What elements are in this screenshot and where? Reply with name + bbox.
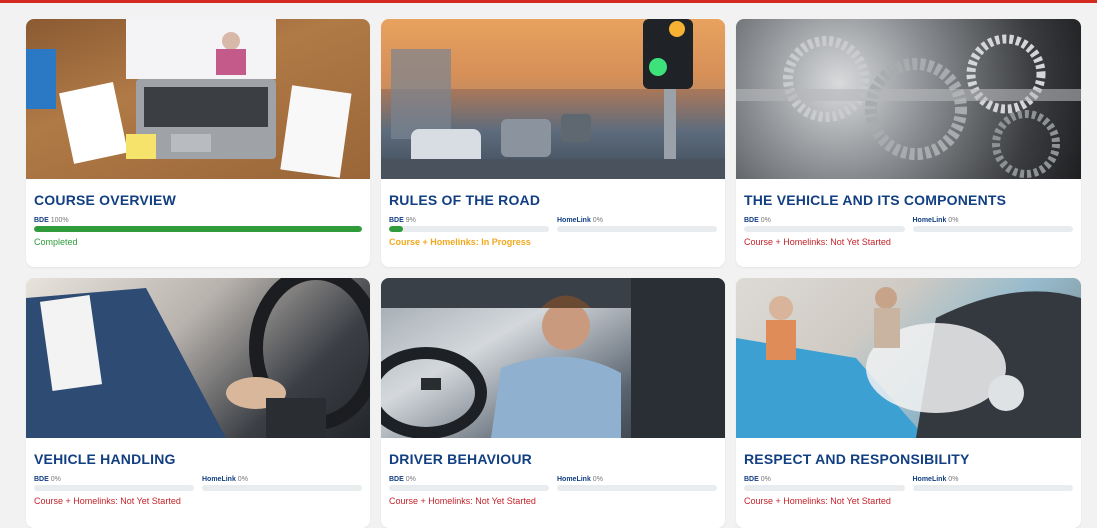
course-grid: COURSE OVERVIEW BDE 100% Completed RULES… xyxy=(26,19,1081,528)
course-card-respect-responsibility[interactable]: RESPECT AND RESPONSIBILITY BDE 0% HomeLi… xyxy=(736,278,1081,528)
bar-label-name: HomeLink xyxy=(557,217,591,224)
bar-label-name: BDE xyxy=(34,217,49,224)
progress-bde: BDE 0% xyxy=(34,476,194,491)
bar-label-pct: 0% xyxy=(592,217,603,224)
progress-track xyxy=(912,226,1073,232)
bar-label-pct: 0% xyxy=(760,476,771,483)
course-title: VEHICLE HANDLING xyxy=(34,451,176,467)
progress-bde: BDE 100% xyxy=(34,217,362,232)
progress-track xyxy=(202,485,362,491)
course-title: COURSE OVERVIEW xyxy=(34,192,176,208)
bar-label-pct: 9% xyxy=(405,217,416,224)
progress-bde: BDE 9% xyxy=(389,217,549,232)
bar-label-name: BDE xyxy=(389,476,404,483)
progress-fill xyxy=(34,226,362,232)
bar-label-pct: 0% xyxy=(760,217,771,224)
bar-label-name: BDE xyxy=(744,476,759,483)
progress-homelink: HomeLink 0% xyxy=(912,476,1073,491)
bar-label-name: HomeLink xyxy=(202,476,236,483)
progress-homelink: HomeLink 0% xyxy=(557,217,717,232)
progress-fill xyxy=(389,226,404,232)
progress-homelink: HomeLink 0% xyxy=(202,476,362,491)
course-thumbnail xyxy=(381,278,725,438)
course-card-rules-of-the-road[interactable]: RULES OF THE ROAD BDE 9% HomeLink 0% Cou… xyxy=(381,19,725,267)
progress-track xyxy=(912,485,1073,491)
progress-bde: BDE 0% xyxy=(389,476,549,491)
bar-label-pct: 0% xyxy=(237,476,248,483)
bar-label-name: BDE xyxy=(744,217,759,224)
course-title: RULES OF THE ROAD xyxy=(389,192,541,208)
course-status: Course + Homelinks: Not Yet Started xyxy=(389,496,536,506)
course-thumbnail xyxy=(26,19,370,179)
progress-homelink: HomeLink 0% xyxy=(912,217,1073,232)
course-status: Course + Homelinks: Not Yet Started xyxy=(34,496,181,506)
course-title: THE VEHICLE AND ITS COMPONENTS xyxy=(744,192,1007,208)
bar-label-pct: 0% xyxy=(405,476,416,483)
bar-label-pct: 100% xyxy=(50,217,69,224)
bar-label-pct: 0% xyxy=(50,476,61,483)
course-status: Course + Homelinks: Not Yet Started xyxy=(744,237,891,247)
course-title: DRIVER BEHAVIOUR xyxy=(389,451,532,467)
bar-label-name: BDE xyxy=(389,217,404,224)
progress-track xyxy=(34,226,362,232)
bar-label-name: HomeLink xyxy=(557,476,591,483)
bar-label-pct: 0% xyxy=(948,476,959,483)
progress-track xyxy=(744,226,905,232)
course-card-driver-behaviour[interactable]: DRIVER BEHAVIOUR BDE 0% HomeLink 0% Cour… xyxy=(381,278,725,528)
bar-label-name: HomeLink xyxy=(912,217,947,224)
progress-track xyxy=(557,485,717,491)
course-status: Completed xyxy=(34,237,78,247)
progress-bde: BDE 0% xyxy=(744,476,905,491)
course-status: Course + Homelinks: Not Yet Started xyxy=(744,496,891,506)
bar-label-pct: 0% xyxy=(948,217,959,224)
progress-track xyxy=(34,485,194,491)
course-title: RESPECT AND RESPONSIBILITY xyxy=(744,451,970,467)
course-thumbnail xyxy=(381,19,725,179)
progress-track xyxy=(744,485,905,491)
top-accent-bar xyxy=(0,0,1097,3)
course-thumbnail xyxy=(26,278,370,438)
course-card-overview[interactable]: COURSE OVERVIEW BDE 100% Completed xyxy=(26,19,370,267)
bar-label-pct: 0% xyxy=(592,476,603,483)
course-thumbnail xyxy=(736,278,1081,438)
course-status: Course + Homelinks: In Progress xyxy=(389,237,531,247)
progress-homelink: HomeLink 0% xyxy=(557,476,717,491)
bar-label-name: HomeLink xyxy=(912,476,947,483)
progress-track xyxy=(389,485,549,491)
progress-bde: BDE 0% xyxy=(744,217,905,232)
course-card-vehicle-components[interactable]: THE VEHICLE AND ITS COMPONENTS BDE 0% Ho… xyxy=(736,19,1081,267)
bar-label-name: BDE xyxy=(34,476,49,483)
course-card-vehicle-handling[interactable]: VEHICLE HANDLING BDE 0% HomeLink 0% Cour… xyxy=(26,278,370,528)
progress-track xyxy=(389,226,549,232)
progress-track xyxy=(557,226,717,232)
course-thumbnail xyxy=(736,19,1081,179)
